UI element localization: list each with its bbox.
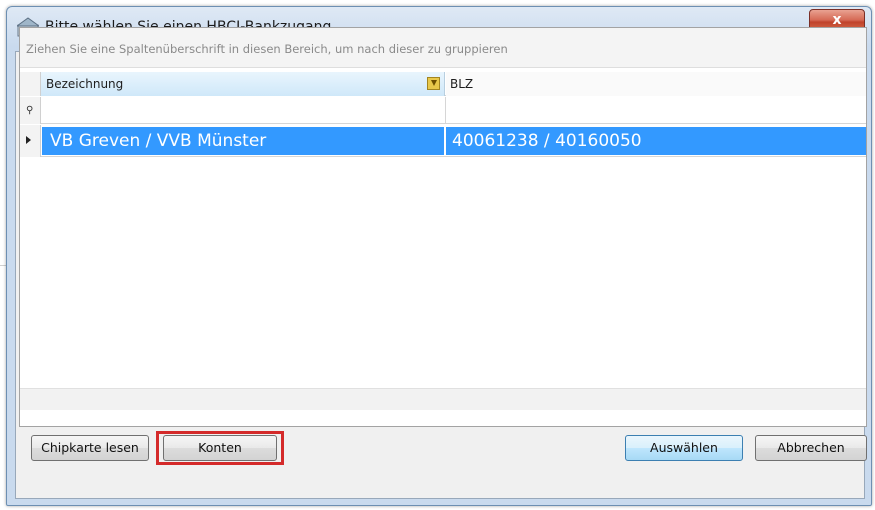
grid-footer <box>20 388 866 410</box>
column-header-bezeichnung[interactable]: Bezeichnung <box>41 72 445 96</box>
bank-access-grid: Ziehen Sie eine Spaltenüberschrift in di… <box>19 27 867 427</box>
close-icon: x <box>832 12 842 28</box>
table-row[interactable]: VB Greven / VVB Münster 40061238 / 40160… <box>20 125 866 157</box>
filter-icon[interactable] <box>427 77 440 90</box>
row-indicator <box>20 125 41 157</box>
group-by-panel[interactable]: Ziehen Sie eine Spaltenüberschrift in di… <box>20 28 866 68</box>
cancel-button[interactable]: Abbrechen <box>755 435 867 461</box>
dialog-window: Bitte wählen Sie einen HBCI-Bankzugang x… <box>6 6 872 506</box>
read-chipcard-button[interactable]: Chipkarte lesen <box>31 435 149 461</box>
column-header-label: BLZ <box>450 77 474 91</box>
column-header-blz[interactable]: BLZ <box>446 72 866 96</box>
filter-cell-bezeichnung[interactable] <box>41 97 446 124</box>
row-indicator-header <box>20 72 41 96</box>
grid-header-row: Bezeichnung BLZ <box>20 72 866 96</box>
filter-row[interactable]: ⚲ <box>20 97 866 124</box>
column-header-label: Bezeichnung <box>46 77 124 91</box>
row-indicator: ⚲ <box>20 97 41 124</box>
row-arrow-icon <box>26 136 31 144</box>
pin-icon: ⚲ <box>26 105 34 116</box>
cell-bezeichnung[interactable]: VB Greven / VVB Münster <box>42 127 445 155</box>
group-by-hint: Ziehen Sie eine Spaltenüberschrift in di… <box>26 42 508 56</box>
konten-button[interactable]: Konten <box>163 435 277 461</box>
cell-blz[interactable]: 40061238 / 40160050 <box>446 127 866 155</box>
select-button[interactable]: Auswählen <box>625 435 743 461</box>
